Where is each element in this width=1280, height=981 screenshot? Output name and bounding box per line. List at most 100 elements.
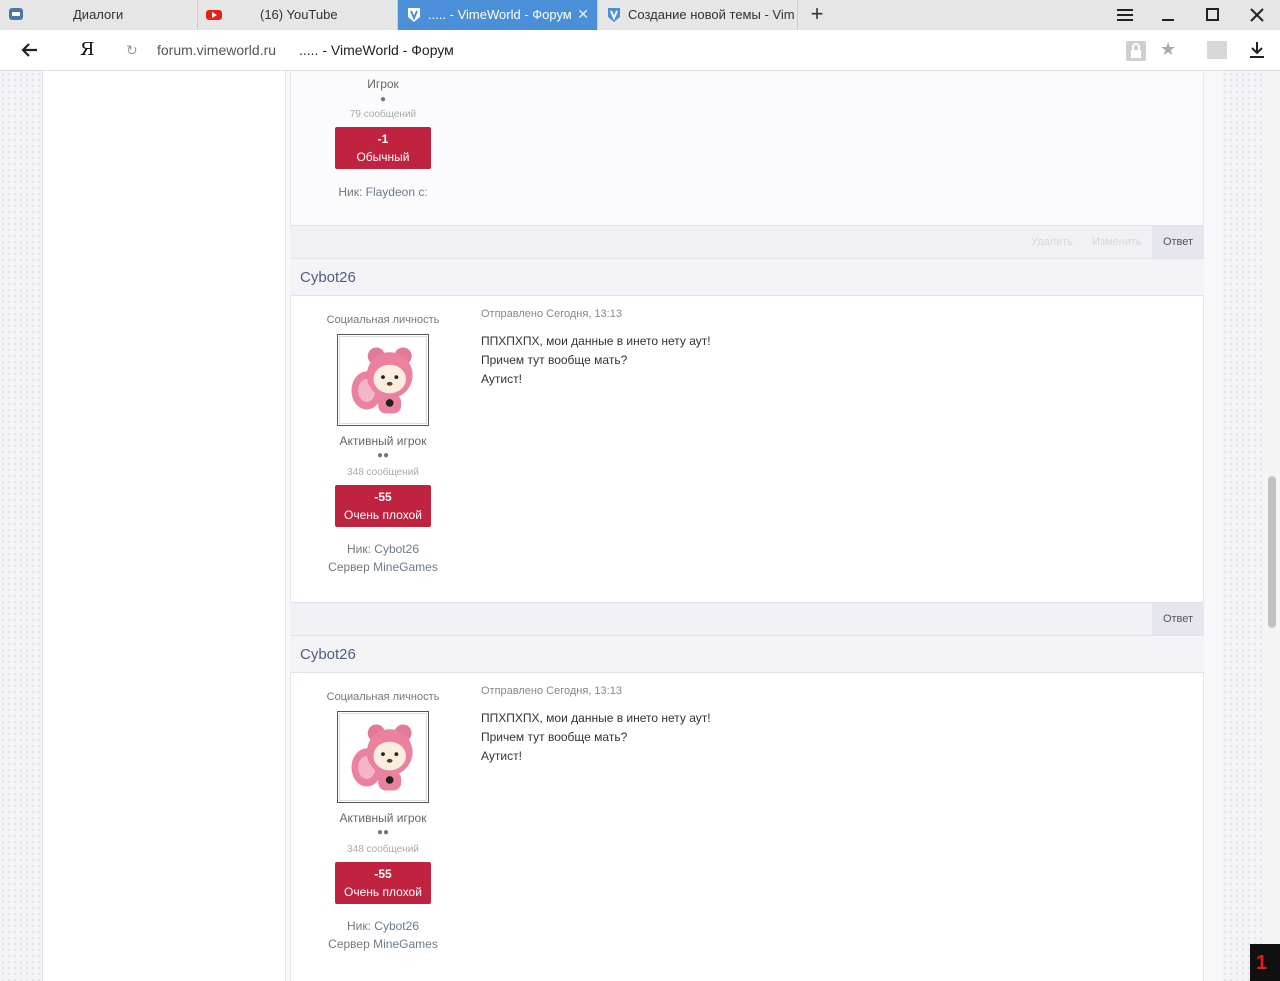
reputation-value: -55	[374, 867, 392, 881]
nick-value: Cybot26	[374, 542, 419, 556]
rank-pips: ●●	[376, 827, 390, 838]
user-rank: Активный игрок	[339, 434, 427, 448]
nick-line: Ник: Cybot26	[291, 919, 475, 933]
chat-icon	[9, 8, 23, 20]
post-count: 348 сообщений	[347, 467, 419, 478]
post: Социальная личность Активный игрок ●● 34…	[290, 673, 1204, 981]
post-author-info: Социальная личность Активный игрок ●● 34…	[291, 673, 475, 951]
back-arrow-icon[interactable]	[20, 40, 40, 60]
yandex-logo[interactable]: Я	[80, 39, 95, 60]
server-label: Сервер	[328, 560, 370, 574]
topic-content: Игрок ● 79 сообщений -1 Обычный Ник: Fla…	[286, 71, 1222, 981]
rank-pips: ●	[379, 94, 387, 105]
post-header: Cybot26	[290, 636, 1204, 673]
post-author-info: Игрок ● 79 сообщений -1 Обычный Ник: Fla…	[291, 71, 475, 199]
delete-link[interactable]: Удалить	[1031, 236, 1073, 248]
page-scrollbar[interactable]	[1264, 71, 1280, 981]
reputation-value: -1	[377, 132, 389, 146]
new-tab-button[interactable]: +	[806, 2, 828, 26]
post-actions: Удалить Изменить Ответ	[290, 225, 1204, 259]
user-rank: Игрок	[367, 77, 399, 91]
post-username[interactable]: Cybot26	[300, 646, 356, 663]
post-actions: Ответ	[290, 602, 1204, 636]
close-icon[interactable]: ✕	[577, 6, 589, 23]
post-partial: Игрок ● 79 сообщений -1 Обычный Ник: Fla…	[290, 71, 1204, 225]
tab-vimeworld-forum[interactable]: ..... - VimeWorld - Форум ✕	[398, 0, 598, 30]
url-domain[interactable]: forum.vimeworld.ru	[157, 42, 276, 58]
server-line: Сервер MineGames	[291, 560, 475, 574]
nick-label: Ник:	[347, 542, 371, 556]
notification-badge[interactable]: 1	[1250, 944, 1280, 981]
nick-line: Ник: Flaydeon c:	[291, 185, 475, 199]
notification-count: 1	[1256, 952, 1268, 974]
post-line: ППХПХПХ, мои данные в инето нету аут!	[481, 711, 711, 725]
user-title: Социальная личность	[326, 314, 440, 326]
post-count: 348 сообщений	[347, 844, 419, 855]
nick-line: Ник: Cybot26	[291, 542, 475, 556]
post-username[interactable]: Cybot26	[300, 269, 356, 286]
youtube-icon	[206, 10, 222, 20]
post-date: Отправлено Сегодня, 13:13	[481, 685, 622, 697]
post-text: ППХПХПХ, мои данные в инето нету аут! Пр…	[481, 709, 711, 766]
bookmark-star-icon[interactable]: ★	[1160, 39, 1176, 60]
post: Социальная личность Активный игрок ●● 34…	[290, 296, 1204, 602]
server-value: MineGames	[373, 937, 438, 951]
user-rank: Активный игрок	[339, 811, 427, 825]
minimize-icon[interactable]	[1157, 4, 1181, 26]
avatar[interactable]	[337, 711, 429, 803]
reputation-value: -55	[374, 490, 392, 504]
lock-icon[interactable]	[1126, 41, 1146, 61]
left-sidebar	[42, 71, 286, 981]
tab-youtube[interactable]: (16) YouTube	[198, 0, 398, 30]
avatar-image	[339, 336, 427, 424]
server-value: MineGames	[373, 560, 438, 574]
nick-label: Ник:	[338, 185, 363, 199]
url-page-title[interactable]: ..... - VimeWorld - Форум	[299, 42, 454, 58]
tab-dialogs[interactable]: Диалоги	[0, 0, 198, 30]
reply-button[interactable]: Ответ	[1152, 603, 1204, 635]
post-header: Cybot26	[290, 259, 1204, 296]
tab-title: Диалоги	[73, 7, 124, 22]
vimeworld-icon	[408, 8, 420, 22]
nick-label: Ник:	[347, 919, 371, 933]
nick-value: Cybot26	[374, 919, 419, 933]
nick-value: Flaydeon c:	[365, 185, 428, 199]
avatar-image	[339, 713, 427, 801]
reputation-badge: -55 Очень плохой	[335, 485, 431, 527]
tab-title: Создание новой темы - Vim	[628, 7, 795, 22]
extension-icon[interactable]	[1207, 41, 1227, 59]
reply-button[interactable]: Ответ	[1152, 226, 1204, 258]
reload-icon[interactable]: ↻	[126, 42, 138, 59]
tab-title: (16) YouTube	[260, 7, 338, 22]
tab-strip: Диалоги (16) YouTube ..... - VimeWorld -…	[0, 0, 1280, 30]
post-line: Аутист!	[481, 749, 522, 763]
post-count: 79 сообщений	[349, 109, 417, 120]
reputation-label: Обычный	[356, 150, 410, 164]
reputation-label: Очень плохой	[344, 885, 422, 899]
download-icon[interactable]	[1248, 40, 1266, 60]
post-text: ППХПХПХ, мои данные в инето нету аут! Пр…	[481, 332, 711, 389]
post-line: Аутист!	[481, 372, 522, 386]
rank-pips: ●●	[376, 450, 390, 461]
avatar[interactable]	[337, 334, 429, 426]
post-line: ППХПХПХ, мои данные в инето нету аут!	[481, 334, 711, 348]
reputation-label: Очень плохой	[344, 508, 422, 522]
tab-create-topic[interactable]: Создание новой темы - Vim	[598, 0, 798, 30]
edit-link[interactable]: Изменить	[1092, 236, 1142, 248]
forum-page: Игрок ● 79 сообщений -1 Обычный Ник: Fla…	[0, 71, 1264, 981]
server-label: Сервер	[328, 937, 370, 951]
menu-icon[interactable]	[1113, 4, 1137, 26]
reputation-badge: -1 Обычный	[335, 127, 431, 169]
server-line: Сервер MineGames	[291, 937, 475, 951]
reputation-badge: -55 Очень плохой	[335, 862, 431, 904]
user-title: Социальная личность	[326, 691, 440, 703]
vimeworld-icon	[608, 8, 620, 22]
post-line: Причем тут вообще мать?	[481, 353, 628, 367]
post-line: Причем тут вообще мать?	[481, 730, 628, 744]
tab-title: ..... - VimeWorld - Форум	[428, 7, 572, 22]
address-bar: Я ↻ forum.vimeworld.ru ..... - VimeWorld…	[0, 30, 1280, 71]
maximize-icon[interactable]	[1201, 4, 1225, 26]
close-window-icon[interactable]	[1245, 4, 1269, 26]
scrollbar-thumb[interactable]	[1268, 476, 1276, 628]
post-date: Отправлено Сегодня, 13:13	[481, 308, 622, 320]
